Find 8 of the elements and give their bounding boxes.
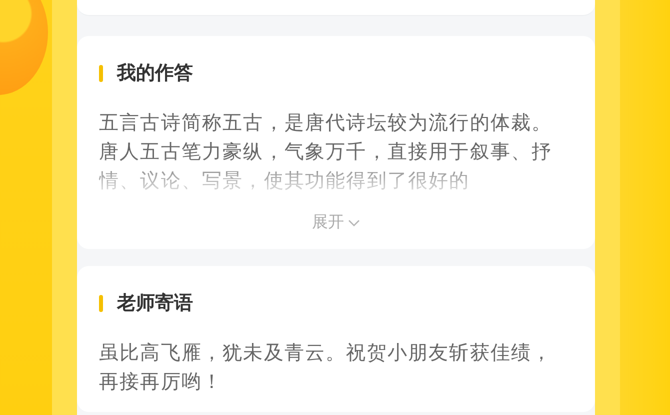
section-text: 五言古诗简称五古，是唐代诗坛较为流行的体裁。唐人五古笔力豪纵，气象万千，直接用于叙事、抒情、议论、写景，使其功能得到了很好的 bbox=[99, 110, 554, 194]
section-title: 老师寄语 bbox=[117, 291, 193, 316]
section-title: 我的作答 bbox=[117, 61, 193, 86]
title-accent-bar bbox=[99, 294, 103, 312]
chevron-down-icon bbox=[348, 218, 360, 226]
title-accent-bar bbox=[99, 64, 103, 82]
section-text: 虽比高飞雁，犹未及青云。祝贺小朋友斩获佳绩，再接再厉哟！ bbox=[99, 340, 554, 395]
expand-button[interactable]: 展开 bbox=[312, 212, 360, 233]
